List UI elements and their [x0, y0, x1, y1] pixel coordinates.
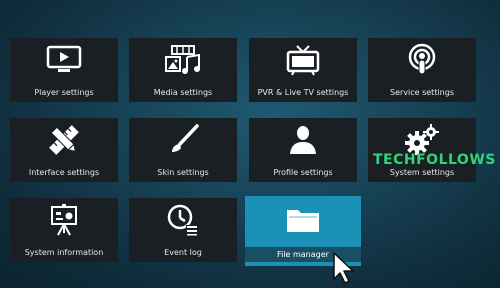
tile-event-log[interactable]: Event log — [129, 198, 237, 262]
tile-service-settings[interactable]: Service settings — [368, 38, 476, 102]
tile-pvr-live-tv-settings[interactable]: PVR & Live TV settings — [249, 38, 357, 102]
tile-label: Player settings — [34, 88, 94, 97]
tile-media-settings[interactable]: Media settings — [129, 38, 237, 102]
media-icon — [163, 44, 203, 76]
tile-label: System settings — [389, 168, 455, 177]
tile-label: Event log — [164, 248, 202, 257]
tile-label: Skin settings — [157, 168, 209, 177]
tile-label: Service settings — [389, 88, 454, 97]
tile-profile-settings[interactable]: Profile settings — [249, 118, 357, 182]
presentation-icon — [44, 204, 84, 236]
pencil-ruler-icon — [44, 124, 84, 156]
clock-list-icon — [163, 204, 203, 236]
tile-system-settings[interactable]: System settings — [368, 118, 476, 182]
techfollows-watermark: TECHFOLLOWS — [373, 152, 496, 168]
tile-label: Interface settings — [28, 168, 100, 177]
user-icon — [283, 124, 323, 156]
paintbrush-icon — [163, 124, 203, 156]
tile-label: Profile settings — [273, 168, 333, 177]
podcast-icon — [402, 43, 442, 76]
tile-player-settings[interactable]: Player settings — [10, 38, 118, 102]
tile-label: PVR & Live TV settings — [257, 88, 349, 97]
tv-antenna-icon — [283, 44, 323, 76]
tile-skin-settings[interactable]: Skin settings — [129, 118, 237, 182]
tv-play-icon — [44, 44, 84, 76]
tile-system-information[interactable]: System information — [10, 198, 118, 262]
tile-label: Media settings — [153, 88, 213, 97]
mouse-pointer-icon — [332, 251, 358, 285]
folder-icon — [283, 204, 323, 236]
tile-interface-settings[interactable]: Interface settings — [10, 118, 118, 182]
tile-label: System information — [24, 248, 104, 257]
